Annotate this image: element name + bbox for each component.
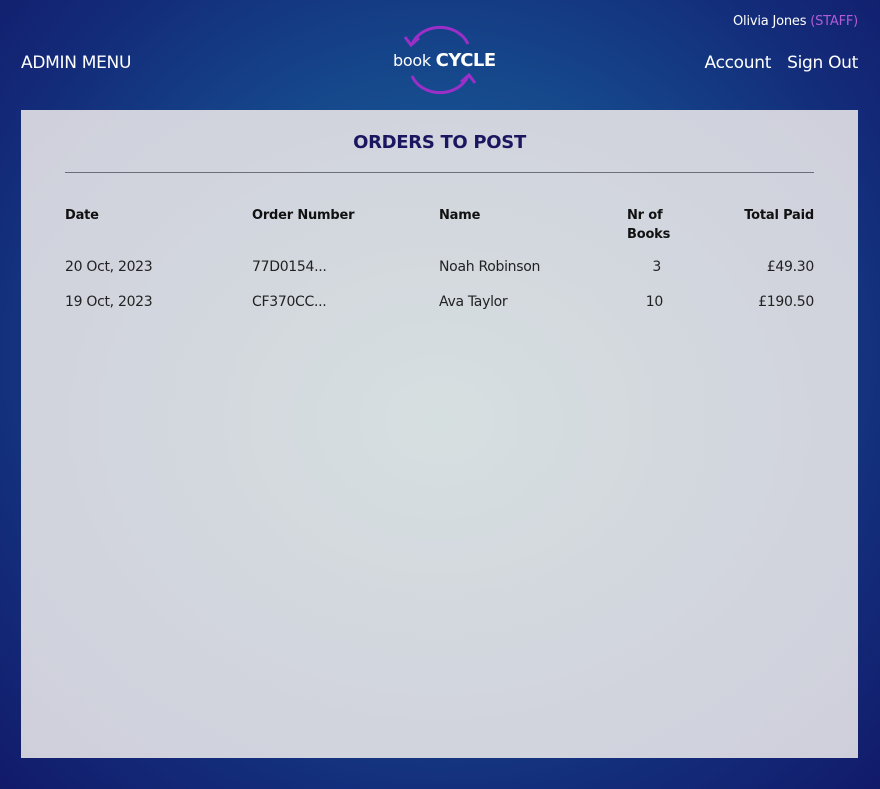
- total-paid: £49.30: [766, 259, 814, 275]
- user-role-badge: (STAFF): [810, 14, 858, 29]
- column-header-nr-books-line1: Nr of: [627, 208, 663, 223]
- book-count: 10: [645, 294, 664, 310]
- column-header-date: Date: [65, 208, 99, 223]
- order-number[interactable]: 77D0154...: [252, 259, 327, 275]
- column-header-nr-books: Nr of Books: [627, 206, 670, 244]
- logo-cycle-text: CYCLE: [435, 50, 497, 71]
- header-nav: Account Sign Out: [705, 53, 859, 73]
- column-header-nr-books-line2: Books: [627, 227, 671, 242]
- page-title: ORDERS TO POST: [353, 132, 526, 153]
- table-row[interactable]: 20 Oct, 2023 77D0154... Noah Robinson 3 …: [21, 259, 858, 283]
- customer-name: Ava Taylor: [439, 294, 508, 310]
- sign-out-link[interactable]: Sign Out: [787, 53, 858, 73]
- table-row[interactable]: 19 Oct, 2023 CF370CC... Ava Taylor 10 £1…: [21, 294, 858, 318]
- title-divider: [65, 172, 814, 173]
- total-paid: £190.50: [758, 294, 814, 310]
- order-date: 20 Oct, 2023: [65, 259, 153, 275]
- account-link[interactable]: Account: [705, 53, 772, 73]
- column-header-name: Name: [439, 208, 481, 223]
- book-count: 3: [652, 259, 661, 275]
- column-header-order-number: Order Number: [252, 208, 355, 223]
- bookcycle-logo[interactable]: book CYCLE: [388, 22, 496, 100]
- site-header: Olivia Jones (STAFF) ADMIN MENU book CYC…: [0, 0, 880, 110]
- logo-text: book CYCLE: [393, 50, 496, 71]
- order-number[interactable]: CF370CC...: [252, 294, 327, 310]
- logo-book-text: book: [393, 51, 431, 70]
- customer-name: Noah Robinson: [439, 259, 541, 275]
- user-info: Olivia Jones (STAFF): [733, 14, 858, 29]
- user-name: Olivia Jones: [733, 14, 807, 29]
- column-header-total-paid: Total Paid: [744, 208, 814, 223]
- admin-menu-link[interactable]: ADMIN MENU: [21, 53, 131, 73]
- order-date: 19 Oct, 2023: [65, 294, 153, 310]
- orders-panel: ORDERS TO POST Date Order Number Name Nr…: [21, 110, 858, 758]
